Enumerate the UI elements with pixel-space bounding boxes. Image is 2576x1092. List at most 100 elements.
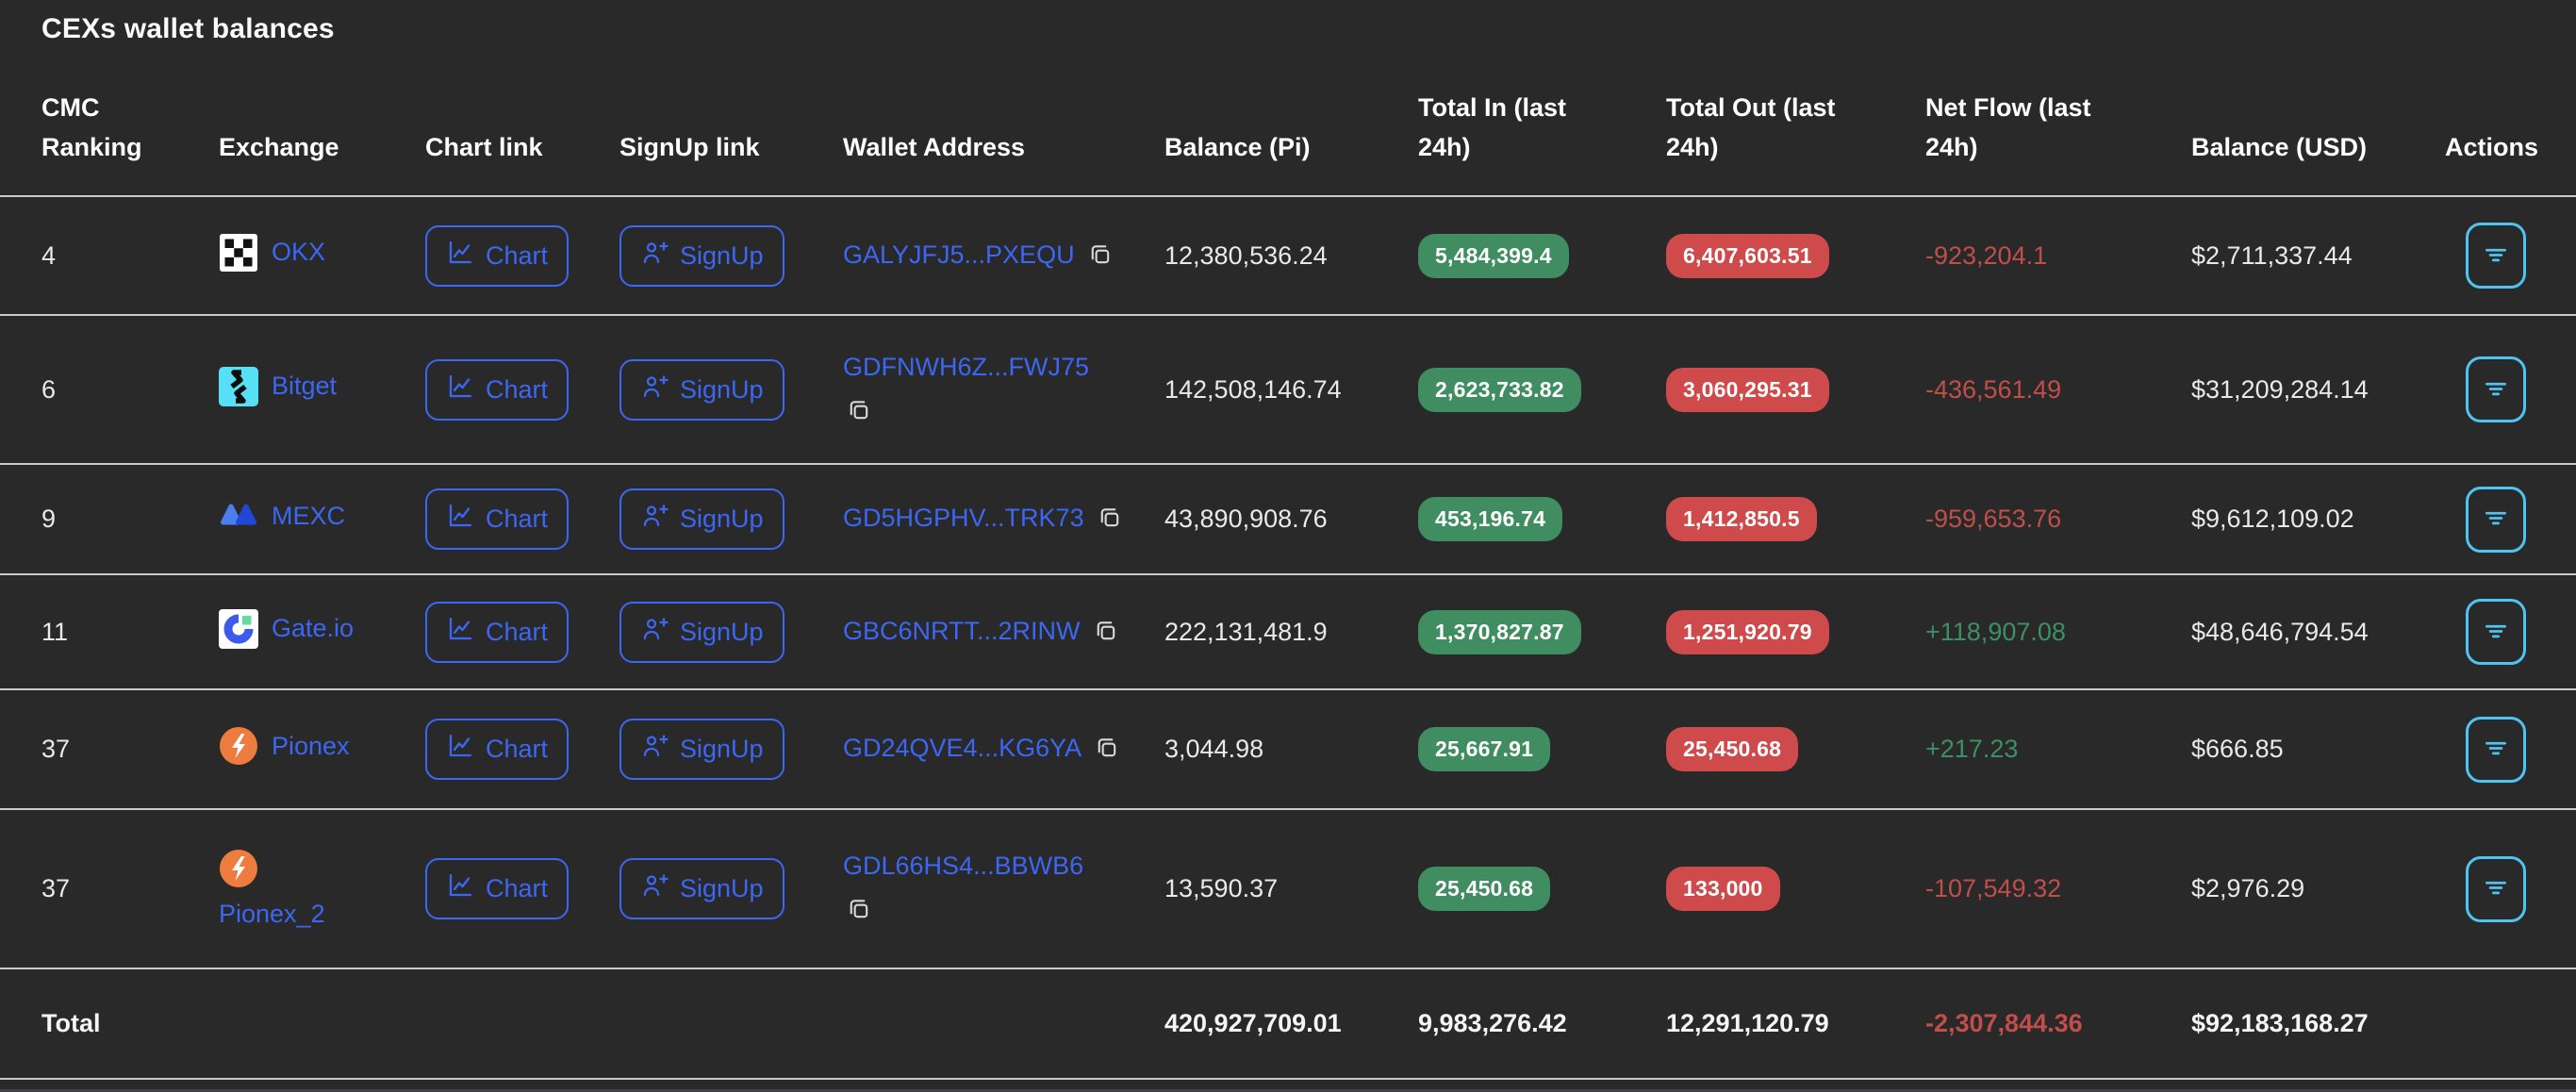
cmc-ranking-value: 11 (41, 618, 68, 646)
chart-link-button[interactable]: Chart (425, 225, 569, 287)
signup-button-label: SignUp (680, 241, 764, 271)
exchange-link[interactable]: OKX (219, 233, 325, 273)
copy-address-button[interactable] (845, 896, 872, 926)
balance-pi-cell: 12,380,536.24 (1164, 196, 1418, 315)
balance-pi-cell: 222,131,481.9 (1164, 574, 1418, 689)
signup-button-label: SignUp (680, 874, 764, 903)
chart-link-cell: Chart (425, 196, 619, 315)
filter-action-button[interactable] (2466, 356, 2526, 422)
actions-cell (2445, 196, 2576, 315)
person-plus-icon (640, 871, 669, 906)
header-actions: Actions (2445, 45, 2576, 196)
chart-link-button[interactable]: Chart (425, 359, 569, 421)
filter-icon (2481, 733, 2511, 766)
actions-cell (2445, 689, 2576, 809)
total-in-cell: 1,370,827.87 (1418, 574, 1666, 689)
signup-link-button[interactable]: SignUp (619, 359, 784, 421)
wallet-address-cell: GD24QVE4...KG6YA (843, 689, 1164, 809)
cmc-ranking-cell: 6 (0, 315, 219, 464)
exchange-link[interactable]: MEXC (219, 496, 345, 536)
copy-address-button[interactable] (1086, 241, 1114, 272)
exchange-cell: Gate.io (219, 574, 425, 689)
exchange-link[interactable]: Bitget (219, 367, 337, 406)
chart-link-button[interactable]: Chart (425, 488, 569, 550)
wallet-address-link[interactable]: GALYJFJ5...PXEQU (843, 240, 1075, 269)
filter-action-button[interactable] (2466, 487, 2526, 553)
net-flow-value: +118,907.08 (1925, 618, 2066, 646)
chart-link-button[interactable]: Chart (425, 602, 569, 663)
person-plus-icon (640, 615, 669, 650)
header-row: CMC Ranking Exchange Chart link SignUp l… (0, 45, 2576, 196)
signup-link-button[interactable]: SignUp (619, 858, 784, 919)
wallet-address-link[interactable]: GBC6NRTT...2RINW (843, 617, 1081, 645)
signup-link-button[interactable]: SignUp (619, 719, 784, 780)
header-total-in: Total In (last 24h) (1418, 45, 1666, 196)
chart-button-label: Chart (486, 505, 548, 534)
wallet-address-link[interactable]: GDFNWH6Z...FWJ75 (843, 353, 1089, 381)
balance-pi-value: 43,890,908.76 (1164, 505, 1328, 533)
total-out-badge: 133,000 (1666, 867, 1780, 911)
header-total-out: Total Out (last 24h) (1666, 45, 1925, 196)
exchange-cell: Bitget (219, 315, 425, 464)
total-in-cell: 25,667.91 (1418, 689, 1666, 809)
page-title: CEXs wallet balances (41, 13, 2576, 45)
total-out-cell: 133,000 (1666, 809, 1925, 968)
signup-link-button[interactable]: SignUp (619, 488, 784, 550)
signup-link-button[interactable]: SignUp (619, 225, 784, 287)
signup-link-cell: SignUp (619, 315, 843, 464)
balance-usd-value: $48,646,794.54 (2191, 618, 2369, 646)
copy-address-button[interactable] (1096, 505, 1123, 535)
chart-link-cell: Chart (425, 315, 619, 464)
net-flow-value: +217.23 (1925, 735, 2018, 763)
chart-link-cell: Chart (425, 689, 619, 809)
header-chart-link: Chart link (425, 45, 619, 196)
chart-link-button[interactable]: Chart (425, 858, 569, 919)
filter-action-button[interactable] (2466, 223, 2526, 289)
exchange-link[interactable]: Pionex (219, 726, 350, 766)
total-in-cell: 5,484,399.4 (1418, 196, 1666, 315)
chart-line-icon (446, 871, 474, 906)
chart-line-icon (446, 372, 474, 407)
exchange-link[interactable]: Gate.io (219, 609, 354, 649)
filter-action-button[interactable] (2466, 599, 2526, 665)
wallet-address-link[interactable]: GD24QVE4...KG6YA (843, 734, 1082, 762)
cmc-ranking-value: 4 (41, 241, 56, 270)
balance-usd-cell: $9,612,109.02 (2191, 464, 2445, 574)
exchange-link[interactable]: Pionex_2 (219, 849, 325, 929)
signup-button-label: SignUp (680, 618, 764, 647)
chart-line-icon (446, 732, 474, 767)
cmc-ranking-cell: 11 (0, 574, 219, 689)
total-balance-usd: $92,183,168.27 (2191, 968, 2445, 1079)
wallet-address-link[interactable]: GD5HGPHV...TRK73 (843, 504, 1084, 532)
person-plus-icon (640, 732, 669, 767)
table-row: 37 Pionex_2 Chart SignUp GDL66HS4...BBWB… (0, 809, 2576, 968)
net-flow-value: -107,549.32 (1925, 874, 2061, 902)
wallet-address-cell: GBC6NRTT...2RINW (843, 574, 1164, 689)
exchange-cell: Pionex (219, 689, 425, 809)
signup-link-button[interactable]: SignUp (619, 602, 784, 663)
copy-address-button[interactable] (1093, 735, 1120, 765)
filter-action-button[interactable] (2466, 856, 2526, 922)
wallet-address-link[interactable]: GDL66HS4...BBWB6 (843, 852, 1083, 880)
copy-address-button[interactable] (845, 397, 872, 427)
net-flow-value: -923,204.1 (1925, 241, 2047, 270)
chart-link-button[interactable]: Chart (425, 719, 569, 780)
filter-icon (2481, 373, 2511, 406)
exchange-name: Bitget (272, 372, 337, 401)
wallet-address-cell: GALYJFJ5...PXEQU (843, 196, 1164, 315)
cmc-ranking-value: 6 (41, 375, 56, 404)
chart-line-icon (446, 615, 474, 650)
net-flow-cell: -436,561.49 (1925, 315, 2191, 464)
header-balance-usd: Balance (USD) (2191, 45, 2445, 196)
balance-usd-cell: $666.85 (2191, 689, 2445, 809)
wallet-address-cell: GDL66HS4...BBWB6 (843, 809, 1164, 968)
total-out-badge: 1,251,920.79 (1666, 610, 1829, 654)
chart-line-icon (446, 502, 474, 537)
table-header: CMC Ranking Exchange Chart link SignUp l… (0, 45, 2576, 196)
filter-icon (2481, 616, 2511, 649)
copy-address-button[interactable] (1092, 618, 1119, 648)
cmc-ranking-cell: 4 (0, 196, 219, 315)
filter-action-button[interactable] (2466, 717, 2526, 783)
balance-pi-value: 12,380,536.24 (1164, 241, 1328, 270)
person-plus-icon (640, 239, 669, 273)
